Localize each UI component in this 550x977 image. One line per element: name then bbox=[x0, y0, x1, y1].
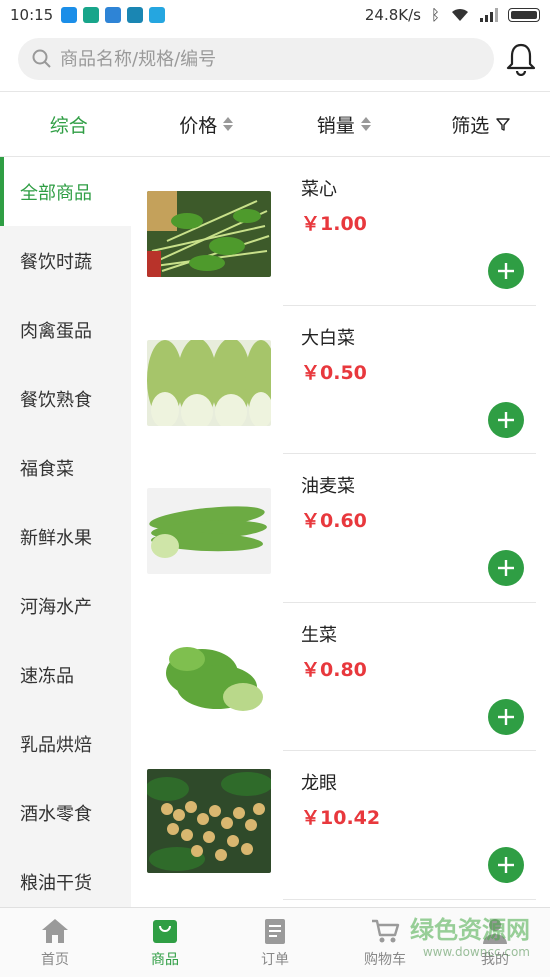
product-name: 大白菜 bbox=[301, 327, 355, 349]
divider bbox=[283, 898, 536, 900]
a-choy-photo bbox=[147, 488, 271, 574]
plus-icon bbox=[498, 560, 514, 576]
battery-icon bbox=[508, 8, 540, 22]
category-item[interactable]: 餐饮熟食 bbox=[0, 364, 131, 433]
category-item[interactable]: 餐饮时蔬 bbox=[0, 226, 131, 295]
tab-home[interactable]: 首页 bbox=[0, 908, 110, 977]
cart-icon bbox=[372, 919, 400, 942]
napa-cabbage-photo bbox=[147, 339, 271, 426]
sort-bar: 综合 价格 销量 筛选 bbox=[0, 91, 550, 157]
plus-icon bbox=[498, 857, 514, 873]
category-item[interactable]: 肉禽蛋品 bbox=[0, 295, 131, 364]
product-price: ￥10.42 bbox=[301, 807, 381, 829]
bell-icon[interactable] bbox=[505, 42, 537, 76]
plane-icon bbox=[61, 7, 78, 23]
product-name: 菜心 bbox=[301, 179, 337, 200]
order-icon bbox=[265, 918, 285, 944]
status-bar: 10:15 24.8K/s ᛒ bbox=[0, 0, 550, 30]
category-item[interactable]: 速冻品 bbox=[0, 640, 131, 709]
tab-products[interactable]: 商品 bbox=[110, 908, 220, 977]
tab-cart[interactable]: 购物车 bbox=[330, 908, 440, 977]
longan-photo bbox=[147, 769, 271, 873]
category-item[interactable]: 新鲜水果 bbox=[0, 502, 131, 571]
category-item[interactable]: 河海水产 bbox=[0, 571, 131, 640]
product-item[interactable]: 龙眼 ￥10.42 bbox=[131, 751, 550, 900]
tab-me[interactable]: 我的 bbox=[440, 908, 550, 977]
tab-label: 首页 bbox=[41, 951, 69, 968]
add-to-cart-button[interactable] bbox=[488, 847, 524, 883]
plus-icon bbox=[498, 263, 514, 279]
drop-icon bbox=[149, 7, 166, 23]
search-input[interactable] bbox=[60, 48, 460, 70]
plus-icon bbox=[498, 708, 514, 725]
network-speed: 24.8K/s bbox=[364, 6, 421, 24]
app-icon bbox=[127, 7, 144, 23]
status-right: 24.8K/s ᛒ bbox=[365, 6, 540, 24]
lettuce-photo bbox=[147, 636, 271, 723]
category-item[interactable]: 福食菜 bbox=[0, 433, 131, 502]
product-price: ￥1.00 bbox=[301, 213, 367, 235]
product-item[interactable]: 生菜 ￥0.80 bbox=[131, 603, 550, 751]
category-item[interactable]: 酒水零食 bbox=[0, 778, 131, 847]
category-item[interactable]: 乳品烘焙 bbox=[0, 709, 131, 778]
add-to-cart-button[interactable] bbox=[488, 550, 524, 586]
add-to-cart-button[interactable] bbox=[488, 698, 524, 735]
notification-icons bbox=[61, 7, 166, 23]
bag-icon bbox=[153, 919, 177, 943]
product-name: 油麦菜 bbox=[301, 476, 355, 497]
category-sidebar: 全部商品 餐饮时蔬 肉禽蛋品 餐饮熟食 福食菜 新鲜水果 河海水产 速冻品 乳品… bbox=[0, 157, 131, 907]
signal-icon bbox=[480, 8, 498, 22]
category-item[interactable]: 全部商品 bbox=[0, 157, 131, 226]
status-time: 10:15 bbox=[10, 6, 54, 24]
tab-label: 订单 bbox=[261, 951, 289, 968]
add-to-cart-button[interactable] bbox=[488, 253, 524, 289]
tab-label: 购物车 bbox=[364, 951, 406, 968]
add-to-cart-button[interactable] bbox=[488, 401, 524, 438]
sort-tab-label: 价格 bbox=[179, 114, 218, 137]
tab-label: 商品 bbox=[151, 951, 179, 968]
product-price: ￥0.50 bbox=[301, 361, 367, 384]
search-bar[interactable] bbox=[18, 38, 494, 80]
sort-arrows-icon bbox=[223, 117, 234, 131]
search-icon bbox=[32, 49, 51, 68]
choy-sum-photo bbox=[147, 191, 271, 277]
home-icon bbox=[42, 918, 68, 943]
category-item[interactable]: 粮油干货 bbox=[0, 847, 131, 907]
sort-tab-filter[interactable]: 筛选 bbox=[413, 111, 550, 138]
cloud-icon bbox=[105, 7, 122, 23]
product-list: 菜心 ￥1.00 大白菜 ￥0.50 油麦菜 ￥0.60 生菜 ￥0.80 龙眼… bbox=[131, 157, 550, 907]
bottom-tab-bar: 首页 商品 订单 购物车 我的 bbox=[0, 907, 550, 977]
plus-icon bbox=[498, 411, 514, 428]
product-price: ￥0.80 bbox=[301, 658, 367, 681]
sort-tab-label: 综合 bbox=[49, 114, 88, 137]
filter-icon bbox=[496, 118, 510, 131]
sort-arrows-icon bbox=[360, 117, 371, 131]
cloud-icon bbox=[83, 7, 100, 23]
product-item[interactable]: 油麦菜 ￥0.60 bbox=[131, 454, 550, 603]
sort-tab-label: 销量 bbox=[316, 114, 355, 137]
wifi-icon bbox=[452, 8, 468, 21]
product-price: ￥0.60 bbox=[301, 510, 367, 532]
sort-tab-price[interactable]: 价格 bbox=[138, 111, 276, 138]
tab-orders[interactable]: 订单 bbox=[220, 908, 330, 977]
product-item[interactable]: 菜心 ￥1.00 bbox=[131, 157, 550, 306]
tab-label: 我的 bbox=[481, 951, 509, 968]
bluetooth-icon: ᛒ bbox=[430, 6, 440, 24]
product-item[interactable]: 大白菜 ￥0.50 bbox=[131, 306, 550, 454]
sort-tab-sales[interactable]: 销量 bbox=[275, 111, 413, 138]
user-icon bbox=[483, 918, 507, 944]
sort-tab-overall[interactable]: 综合 bbox=[0, 111, 138, 138]
sort-tab-label: 筛选 bbox=[451, 114, 490, 137]
product-name: 生菜 bbox=[301, 624, 337, 646]
product-name: 龙眼 bbox=[301, 773, 337, 794]
